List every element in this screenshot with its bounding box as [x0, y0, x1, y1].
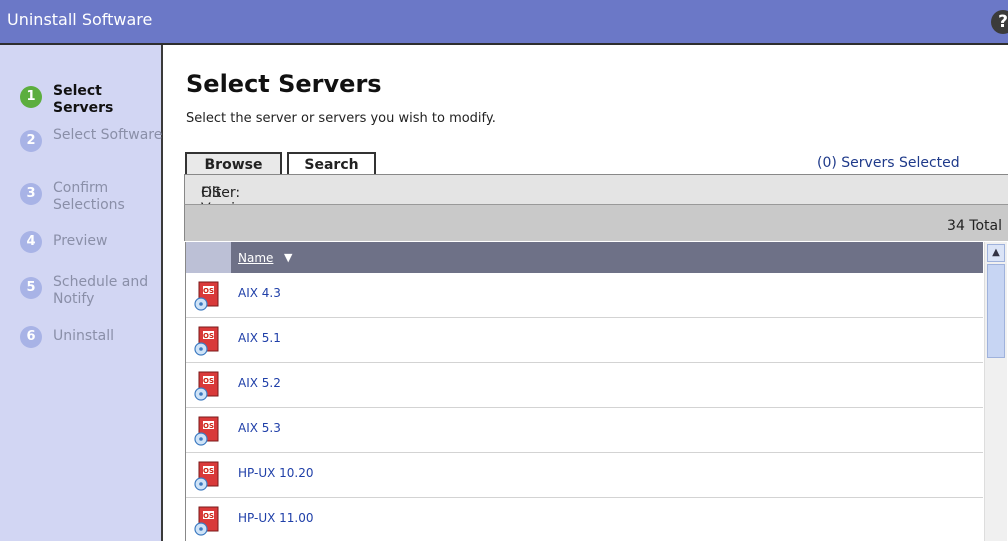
step-label: Uninstall [53, 328, 115, 344]
vertical-scrollbar[interactable]: ▲ [984, 242, 1007, 541]
os-icon: OS [186, 318, 231, 363]
window-title: Uninstall Software [7, 10, 153, 29]
tab-search[interactable]: Search [287, 152, 376, 174]
table-row[interactable]: OS AIX 4.3 [186, 273, 983, 318]
step-number-icon: 4 [20, 231, 42, 253]
svg-text:OS: OS [203, 377, 214, 385]
server-name-link[interactable]: AIX 5.2 [238, 376, 281, 390]
page-title: Select Servers [186, 70, 382, 98]
server-name-link[interactable]: HP-UX 11.00 [238, 511, 314, 525]
svg-text:OS: OS [203, 512, 214, 520]
os-icon: OS [186, 498, 231, 541]
tab-browse[interactable]: Browse [185, 152, 282, 175]
server-grid: Name ▼ OS AIX 4.3 OS AIX 5.1 OS AIX 5.2 … [185, 242, 1008, 541]
selected-label: Servers Selected [841, 155, 960, 171]
total-bar: 34 Total [184, 204, 1008, 241]
step-label: Select Servers [53, 83, 114, 116]
table-row[interactable]: OS HP-UX 10.20 [186, 453, 983, 498]
page-subtitle: Select the server or servers you wish to… [186, 111, 496, 126]
step-number-icon: 5 [20, 277, 42, 299]
scroll-thumb[interactable] [987, 264, 1005, 358]
grid-header: Name ▼ [186, 242, 983, 273]
server-name-link[interactable]: HP-UX 10.20 [238, 466, 314, 480]
name-column-header[interactable]: Name [238, 251, 273, 265]
step-number-icon: 2 [20, 130, 42, 152]
title-bar: Uninstall Software ? [0, 0, 1008, 45]
filter-bar: Filter: OS Version [184, 174, 1008, 217]
server-name-link[interactable]: AIX 4.3 [238, 286, 281, 300]
table-row[interactable]: OS AIX 5.2 [186, 363, 983, 408]
svg-text:OS: OS [203, 467, 214, 475]
svg-text:OS: OS [203, 287, 214, 295]
table-row[interactable]: OS AIX 5.1 [186, 318, 983, 363]
server-name-link[interactable]: AIX 5.3 [238, 421, 281, 435]
table-row[interactable]: OS HP-UX 11.00 [186, 498, 983, 541]
os-icon: OS [186, 273, 231, 318]
svg-text:OS: OS [203, 422, 214, 430]
total-count: 34 Total [947, 218, 1002, 234]
table-row[interactable]: OS AIX 5.3 [186, 408, 983, 453]
icon-column-header [186, 242, 231, 273]
step-label: Schedule and Notify [53, 274, 149, 307]
os-icon: OS [186, 408, 231, 453]
os-icon: OS [186, 363, 231, 408]
step-number-icon: 3 [20, 183, 42, 205]
svg-text:OS: OS [203, 332, 214, 340]
help-icon[interactable]: ? [991, 10, 1008, 34]
selected-count: (0) [817, 155, 837, 171]
step-number-icon: 1 [20, 86, 42, 108]
step-label: Preview [53, 233, 108, 249]
step-label: Select Software [53, 127, 163, 143]
sort-desc-icon[interactable]: ▼ [284, 251, 292, 264]
server-name-link[interactable]: AIX 5.1 [238, 331, 281, 345]
os-icon: OS [186, 453, 231, 498]
step-label: Confirm Selections [53, 180, 125, 213]
scroll-up-icon[interactable]: ▲ [987, 244, 1005, 262]
step-number-icon: 6 [20, 326, 42, 348]
wizard-steps-sidebar: 1 Select Servers 2 Select Software 3 Con… [0, 45, 163, 541]
servers-selected-link[interactable]: (0) Servers Selected [817, 155, 960, 171]
